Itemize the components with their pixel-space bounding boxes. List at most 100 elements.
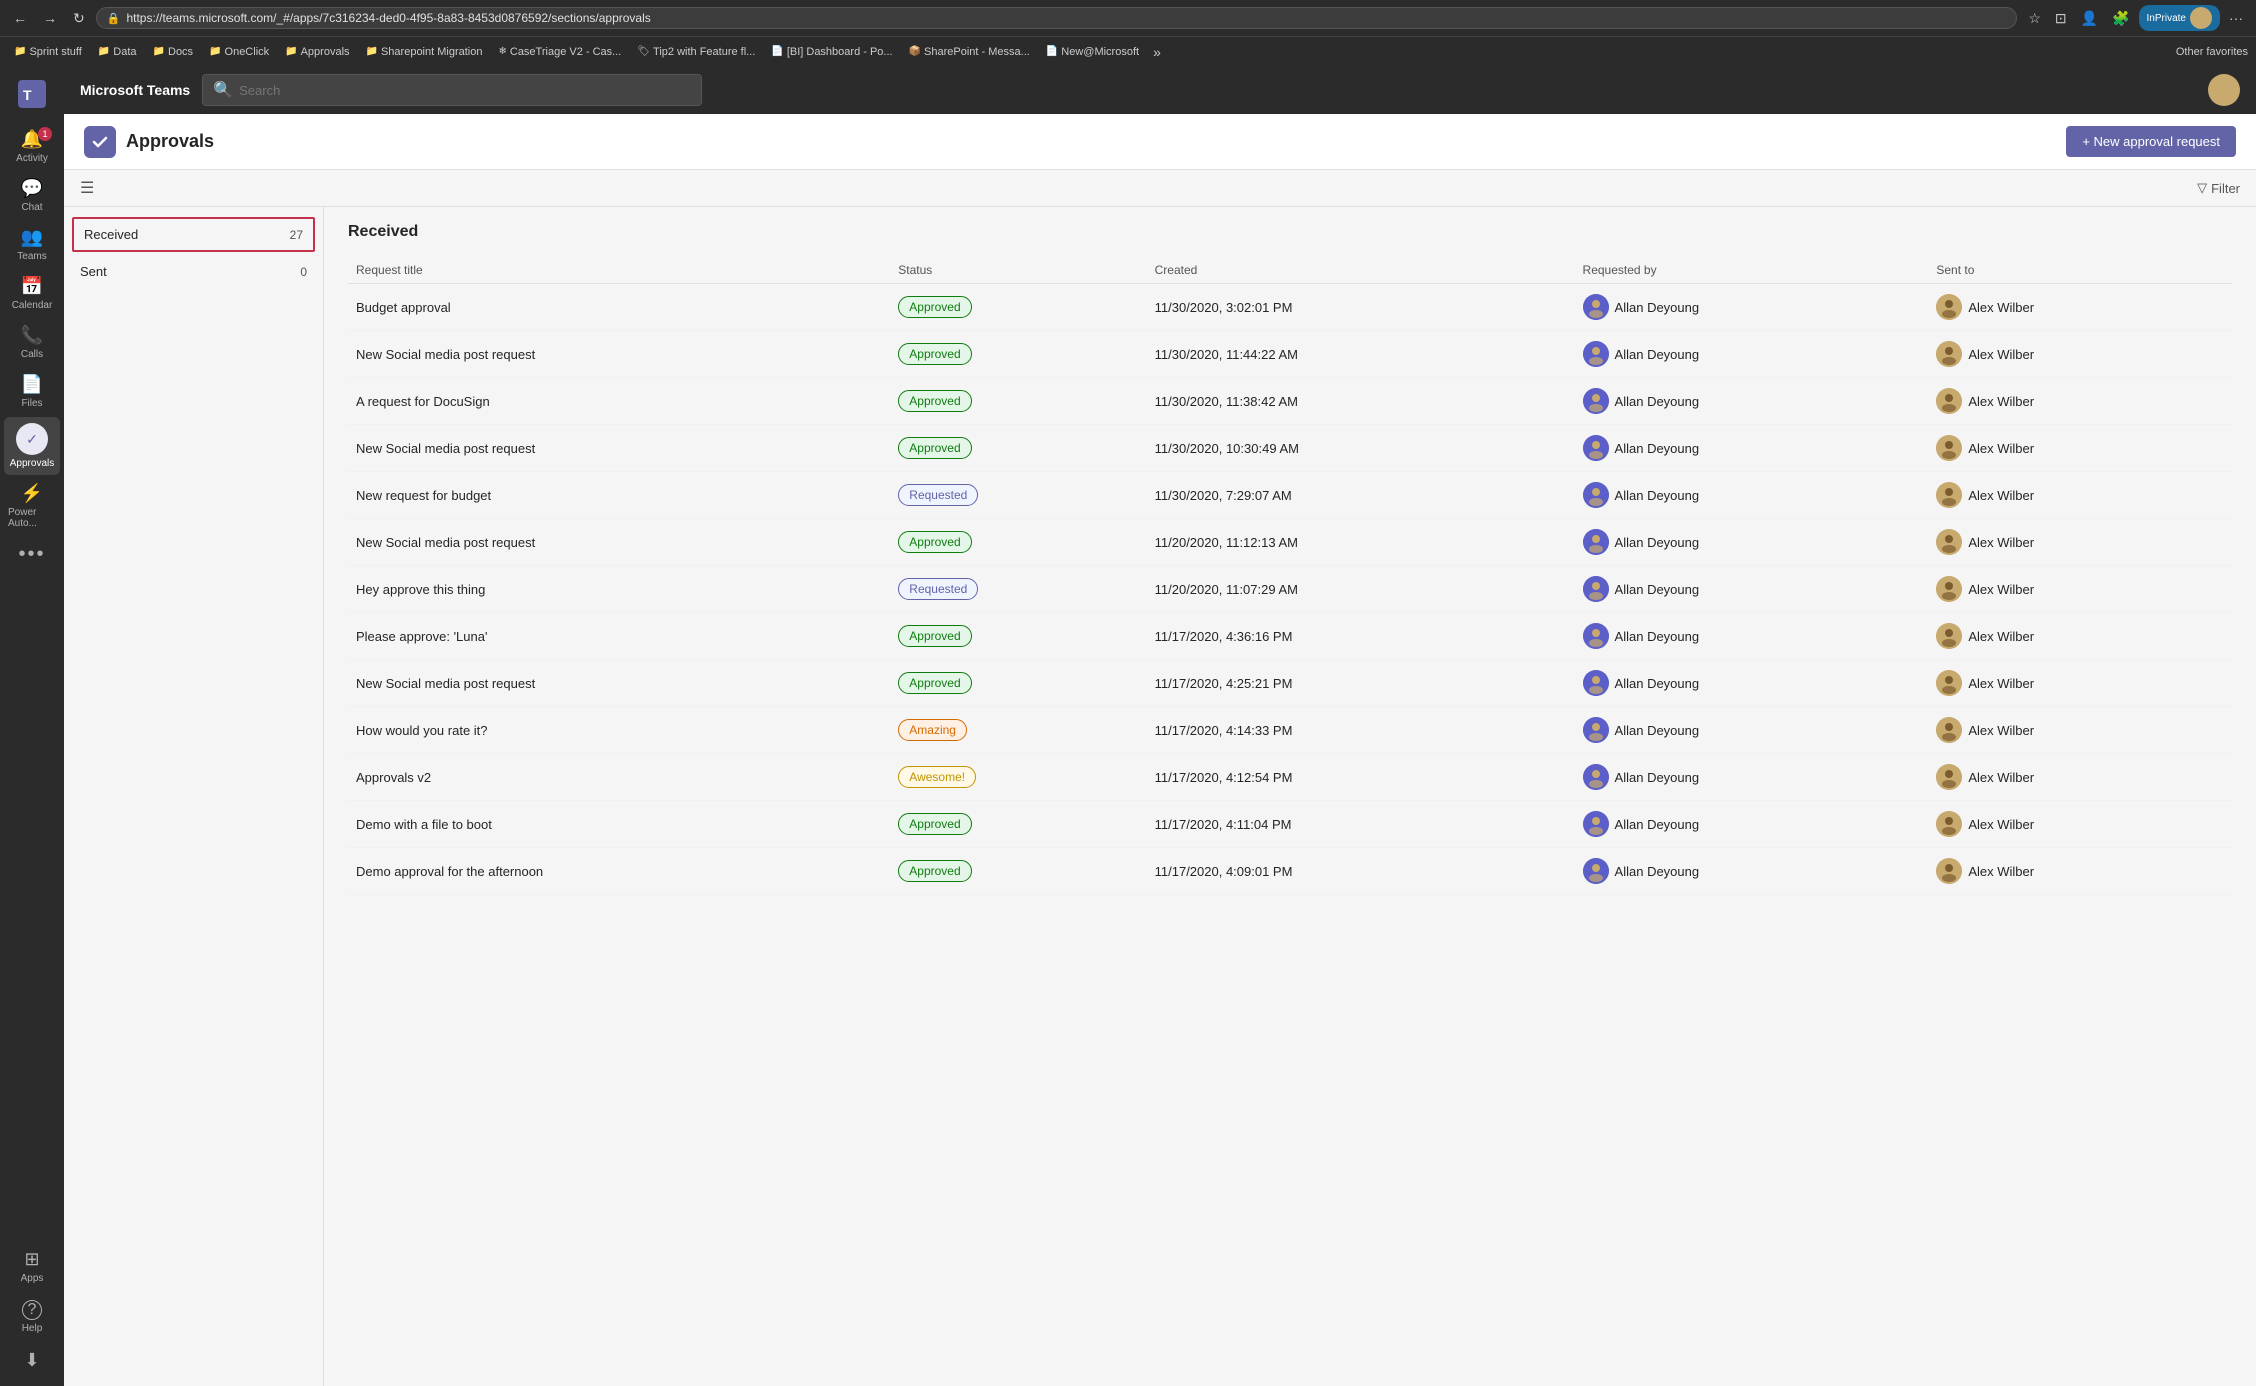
bookmark-sharepoint-migration[interactable]: 📁 Sharepoint Migration	[360, 44, 489, 60]
table-row[interactable]: New request for budget Requested 11/30/2…	[348, 472, 2232, 519]
bookmark-oneclick[interactable]: 📁 OneClick	[203, 44, 275, 60]
hamburger-button[interactable]: ☰	[80, 178, 94, 198]
requester-avatar	[1583, 341, 1609, 367]
profile-button[interactable]: 👤	[2076, 8, 2103, 29]
search-bar[interactable]: 🔍	[202, 74, 702, 106]
requester-avatar	[1583, 388, 1609, 414]
cell-status: Amazing	[890, 707, 1146, 754]
bookmark-docs[interactable]: 📁 Docs	[147, 44, 200, 60]
address-bar[interactable]: 🔒	[96, 7, 2018, 29]
table-row[interactable]: Demo with a file to boot Approved 11/17/…	[348, 801, 2232, 848]
cell-request-title: Demo approval for the afternoon	[348, 848, 890, 895]
apps-icon: ⊞	[24, 1249, 39, 1270]
nav-item-sent[interactable]: Sent 0	[64, 254, 323, 289]
search-input[interactable]	[239, 83, 691, 98]
bookmark-sharepoint-messa[interactable]: 📦 SharePoint - Messa...	[903, 44, 1036, 60]
sidebar-item-more[interactable]: •••	[4, 537, 60, 572]
toolbar: ☰ ▽ Filter	[64, 170, 2256, 207]
table-row[interactable]: A request for DocuSign Approved 11/30/20…	[348, 378, 2232, 425]
requester-name: Allan Deyoung	[1615, 629, 1700, 644]
filter-button[interactable]: ▽ Filter	[2197, 180, 2240, 196]
other-favorites-link[interactable]: Other favorites	[2176, 46, 2248, 58]
requester-name: Allan Deyoung	[1615, 770, 1700, 785]
table-row[interactable]: Hey approve this thing Requested 11/20/2…	[348, 566, 2232, 613]
requester-name: Allan Deyoung	[1615, 817, 1700, 832]
bookmark-approvals[interactable]: 📁 Approvals	[279, 44, 355, 60]
status-badge: Awesome!	[898, 766, 976, 788]
app-header: Approvals + New approval request	[64, 114, 2256, 170]
table-row[interactable]: Budget approval Approved 11/30/2020, 3:0…	[348, 284, 2232, 331]
powerautomate-icon: ⚡	[21, 483, 43, 504]
app-title-area: Approvals	[84, 126, 214, 158]
url-input[interactable]	[126, 11, 2006, 25]
user-profile-avatar[interactable]	[2208, 74, 2240, 106]
user-avatar-small	[2190, 7, 2212, 29]
recipient-name: Alex Wilber	[1968, 676, 2034, 691]
bookmark-casetriage[interactable]: ❄ CaseTriage V2 - Cas...	[492, 44, 627, 60]
cell-created: 11/30/2020, 11:38:42 AM	[1147, 378, 1575, 425]
back-button[interactable]: ←	[8, 8, 32, 28]
table-row[interactable]: New Social media post request Approved 1…	[348, 660, 2232, 707]
table-row[interactable]: New Social media post request Approved 1…	[348, 331, 2232, 378]
sidebar-item-powerautomate[interactable]: ⚡ Power Auto...	[4, 477, 60, 535]
sidebar-item-files[interactable]: 📄 Files	[4, 368, 60, 415]
collections-button[interactable]: ⊡	[2050, 8, 2072, 29]
nav-item-received[interactable]: Received 27	[72, 217, 315, 252]
new-approval-button[interactable]: + New approval request	[2066, 126, 2236, 157]
nav-sent-count: 0	[300, 265, 307, 279]
cell-sent-to: Alex Wilber	[1928, 331, 2232, 378]
table-row[interactable]: New Social media post request Approved 1…	[348, 519, 2232, 566]
bookmark-sprint-stuff[interactable]: 📁 Sprint stuff	[8, 44, 88, 60]
bookmark-bi-dashboard[interactable]: 📄 [BI] Dashboard - Po...	[765, 44, 898, 60]
extensions-button[interactable]: 🧩	[2107, 8, 2134, 29]
cell-created: 11/17/2020, 4:12:54 PM	[1147, 754, 1575, 801]
table-row[interactable]: Approvals v2 Awesome! 11/17/2020, 4:12:5…	[348, 754, 2232, 801]
status-badge: Approved	[898, 531, 971, 553]
cell-requested-by: Allan Deyoung	[1575, 331, 1929, 378]
recipient-name: Alex Wilber	[1968, 441, 2034, 456]
forward-button[interactable]: →	[38, 8, 62, 28]
recipient-avatar	[1936, 482, 1962, 508]
folder-icon: 📁	[153, 46, 165, 57]
tag-icon: 🏷	[637, 46, 650, 57]
table-row[interactable]: Please approve: 'Luna' Approved 11/17/20…	[348, 613, 2232, 660]
person-cell-recipient: Alex Wilber	[1936, 435, 2224, 461]
search-icon: 🔍	[213, 80, 233, 100]
table-row[interactable]: How would you rate it? Amazing 11/17/202…	[348, 707, 2232, 754]
bookmark-data[interactable]: 📁 Data	[92, 44, 143, 60]
sidebar-item-activity[interactable]: 🔔 Activity 1	[4, 123, 60, 170]
sidebar-item-chat[interactable]: 💬 Chat	[4, 172, 60, 219]
sidebar-item-label: Approvals	[10, 458, 54, 469]
sidebar-item-calendar[interactable]: 📅 Calendar	[4, 270, 60, 317]
cell-request-title: New Social media post request	[348, 519, 890, 566]
bookmark-tip2[interactable]: 🏷 Tip2 with Feature fl...	[631, 44, 761, 60]
table-header-row: Request title Status Created Requested b…	[348, 257, 2232, 284]
lock-icon: 🔒	[107, 12, 121, 25]
bookmarks-overflow-button[interactable]: »	[1149, 42, 1165, 62]
cell-sent-to: Alex Wilber	[1928, 566, 2232, 613]
sidebar-item-help[interactable]: ? Help	[4, 1294, 60, 1340]
bookmark-newatmicrosoft[interactable]: 📄 New@Microsoft	[1040, 44, 1145, 60]
sidebar-item-apps[interactable]: ⊞ Apps	[4, 1243, 60, 1290]
bookmark-label: [BI] Dashboard - Po...	[787, 46, 893, 58]
menu-button[interactable]: ···	[2224, 8, 2248, 28]
status-badge: Approved	[898, 390, 971, 412]
cell-status: Approved	[890, 848, 1146, 895]
refresh-button[interactable]: ↻	[68, 8, 90, 29]
sidebar-item-label: Calls	[21, 349, 43, 360]
more-icon: •••	[18, 543, 45, 566]
teams-header: Microsoft Teams 🔍	[64, 66, 2256, 114]
favorites-button[interactable]: ☆	[2023, 8, 2046, 29]
sidebar-item-approvals[interactable]: ✓ Approvals	[4, 417, 60, 475]
recipient-name: Alex Wilber	[1968, 488, 2034, 503]
sidebar-item-teams[interactable]: 👥 Teams	[4, 221, 60, 268]
sidebar-item-calls[interactable]: 📞 Calls	[4, 319, 60, 366]
person-cell-requester: Allan Deyoung	[1583, 717, 1921, 743]
table-row[interactable]: Demo approval for the afternoon Approved…	[348, 848, 2232, 895]
bookmark-label: Sharepoint Migration	[381, 46, 483, 58]
inprivate-badge: InPrivate	[2139, 5, 2220, 31]
folder-icon: 📁	[14, 46, 26, 57]
table-row[interactable]: New Social media post request Approved 1…	[348, 425, 2232, 472]
cell-requested-by: Allan Deyoung	[1575, 472, 1929, 519]
sidebar-item-download[interactable]: ⬇	[4, 1344, 60, 1377]
